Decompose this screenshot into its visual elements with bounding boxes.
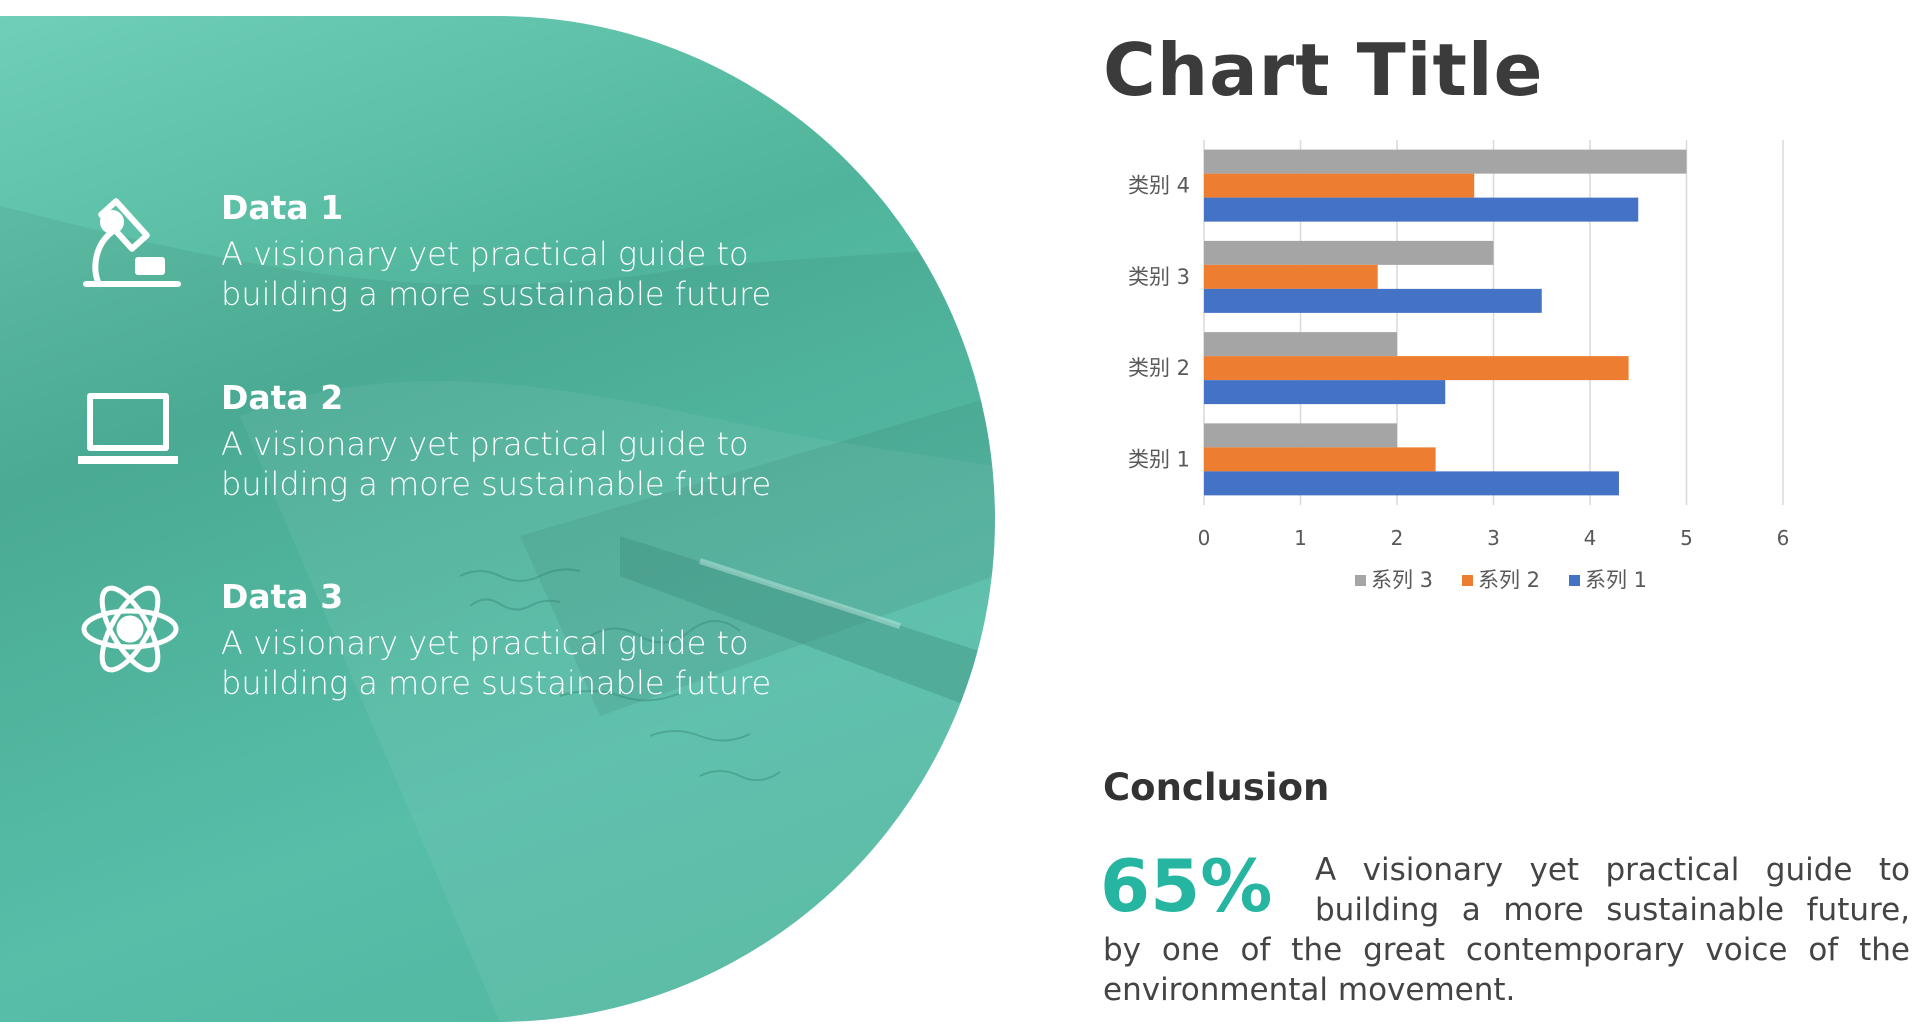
data-item-title: Data 2 [221,378,344,417]
x-tick-label: 5 [1680,526,1693,550]
bar-2-3 [1204,264,1378,289]
data-item-title: Data 1 [221,188,344,227]
legend-swatch [1462,575,1473,586]
conclusion-line-4: environmental movement. [1103,972,1516,1008]
legend-swatch [1355,575,1366,586]
x-tick-label: 1 [1294,526,1307,550]
data-item-desc: A visionary yet practical guide to build… [221,425,772,503]
data-item-desc: A visionary yet practical guide to build… [221,624,772,702]
laptop-icon [78,393,178,464]
x-tick-label: 2 [1391,526,1404,550]
bar-2-2 [1204,356,1629,381]
x-tick-label: 6 [1777,526,1790,550]
x-tick-label: 3 [1487,526,1500,550]
conclusion-percent: 65% [1100,844,1273,928]
y-category-label: 类别 3 [1128,265,1190,289]
hero-panel: Data 1 A visionary yet practical guide t… [0,16,995,1022]
y-category-label: 类别 1 [1128,447,1190,471]
bar-3-2 [1204,332,1397,357]
x-tick-label: 0 [1198,526,1211,550]
x-tick-label: 4 [1584,526,1597,550]
conclusion-line-3: by one of the great contemporary voice o… [1103,932,1910,968]
bar-1-2 [1204,380,1446,405]
bar-2-4 [1204,173,1475,198]
data-item-1: Data 1 A visionary yet practical guide t… [0,188,900,338]
legend-label: 系列 1 [1585,568,1647,592]
bar-1-4 [1204,197,1639,222]
bar-2-1 [1204,447,1436,472]
legend-swatch [1569,575,1580,586]
conclusion-line-2: building a more sustainable future, [1315,892,1910,928]
legend-label: 系列 3 [1371,568,1433,592]
data-item-3: Data 3 A visionary yet practical guide t… [0,577,900,727]
bar-chart: 0 1 2 3 4 5 6 类别 1 类别 2 类别 3 类别 4 系列 3 系列 2 系列 1 [1128,140,1790,592]
conclusion-text-top: A visionary yet practical guide to build… [1315,850,1910,930]
data-item-title: Data 3 [221,577,344,616]
conclusion-line-1: A visionary yet practical guide to [1315,852,1910,888]
bar-3-1 [1204,423,1397,448]
bar-1-1 [1204,471,1619,496]
conclusion-text-bottom: by one of the great contemporary voice o… [1103,930,1910,1010]
y-category-label: 类别 4 [1128,174,1190,198]
bar-3-3 [1204,240,1494,265]
legend-label: 系列 2 [1478,568,1540,592]
data-item-desc: A visionary yet practical guide to build… [221,235,772,313]
bar-1-3 [1204,288,1542,313]
y-category-label: 类别 2 [1128,356,1190,380]
chart-title: Chart Title [1103,28,1544,112]
atom-icon [81,585,179,673]
data-item-2: Data 2 A visionary yet practical guide t… [0,378,900,528]
conclusion-heading: Conclusion [1103,766,1330,809]
bar-3-4 [1204,149,1687,174]
microscope-icon [83,198,181,287]
